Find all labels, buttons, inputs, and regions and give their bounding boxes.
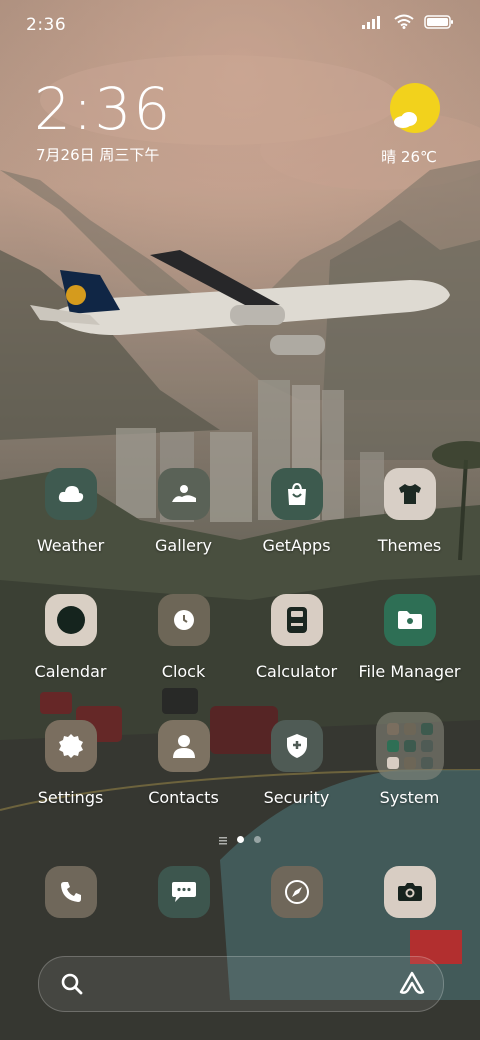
- page-dot: [254, 836, 261, 843]
- folder-icon: [383, 594, 436, 646]
- app-label: Clock: [161, 662, 206, 681]
- app-calendar[interactable]: Calendar: [14, 594, 127, 681]
- app-label: Settings: [37, 788, 104, 807]
- sunny-cloud-icon: [389, 82, 441, 134]
- app-label: System: [379, 788, 440, 807]
- app-gallery[interactable]: Gallery: [127, 468, 240, 555]
- clock-widget-time: 2:36: [34, 75, 173, 143]
- gear-icon: [44, 720, 97, 772]
- person-icon: [157, 720, 210, 772]
- app-label: Weather: [36, 536, 105, 555]
- app-file-manager[interactable]: File Manager: [353, 594, 466, 681]
- app-calculator[interactable]: Calculator: [240, 594, 353, 681]
- shield-icon: [270, 720, 323, 772]
- app-label: File Manager: [358, 662, 461, 681]
- app-system-folder[interactable]: System: [353, 712, 466, 807]
- app-label: Security: [263, 788, 330, 807]
- browser-compass-icon[interactable]: [271, 866, 323, 918]
- shopping-bag-icon: [270, 468, 323, 520]
- camera-icon[interactable]: [384, 866, 436, 918]
- app-getapps[interactable]: GetApps: [240, 468, 353, 555]
- clock-widget[interactable]: 2:36 7月26日 周三下午: [34, 78, 172, 165]
- gallery-icon: [157, 468, 210, 520]
- signal-icon: [362, 15, 380, 29]
- page-list-icon: [219, 830, 227, 849]
- phone-icon[interactable]: [45, 866, 97, 918]
- status-bar: 2:36: [0, 0, 480, 50]
- app-settings[interactable]: Settings: [14, 720, 127, 807]
- app-clock[interactable]: Clock: [127, 594, 240, 681]
- app-label: Contacts: [148, 788, 219, 807]
- dock: [0, 866, 480, 922]
- app-label: Gallery: [155, 536, 212, 555]
- app-label: Calculator: [255, 662, 338, 681]
- messages-icon[interactable]: [158, 866, 210, 918]
- app-weather[interactable]: Weather: [14, 468, 127, 555]
- search-icon[interactable]: [61, 973, 83, 999]
- app-themes[interactable]: Themes: [353, 468, 466, 555]
- tshirt-icon: [383, 468, 436, 520]
- search-bar[interactable]: [38, 956, 444, 1012]
- weather-widget[interactable]: 晴 26℃: [381, 82, 446, 167]
- app-label: Calendar: [34, 662, 107, 681]
- folder-grid-icon: [375, 712, 444, 780]
- clock-icon: [157, 594, 210, 646]
- app-contacts[interactable]: Contacts: [127, 720, 240, 807]
- app-label: GetApps: [262, 536, 331, 555]
- calculator-icon: [270, 594, 323, 646]
- page-indicator[interactable]: [0, 830, 480, 849]
- wifi-icon: [394, 14, 414, 29]
- battery-icon: [424, 14, 453, 29]
- weather-condition-temp: 晴 26℃: [381, 148, 437, 166]
- cloud-icon: [44, 468, 97, 520]
- app-label: Themes: [377, 536, 442, 555]
- assistant-icon[interactable]: [399, 971, 425, 999]
- clock-widget-date: 7月26日 周三下午: [36, 146, 160, 164]
- app-security[interactable]: Security: [240, 720, 353, 807]
- page-dot-active: [237, 836, 244, 843]
- calendar-icon: [44, 594, 97, 646]
- status-time: 2:36: [26, 15, 67, 35]
